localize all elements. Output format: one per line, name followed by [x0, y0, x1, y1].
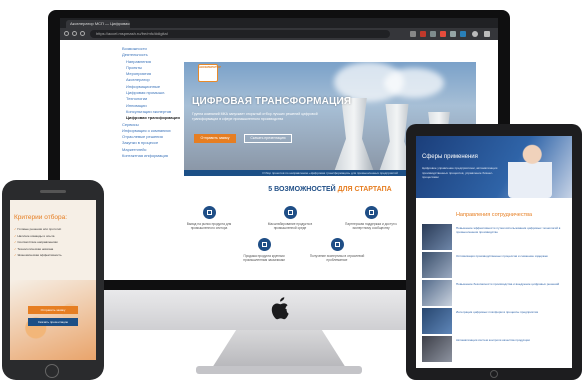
- hero-description: Группа компаний МКА запускает открытый о…: [192, 112, 318, 121]
- feature-text: Масштабирование продукта в промышленной …: [267, 222, 313, 230]
- feature-text: Партнерская поддержка и доступ к эксперт…: [345, 222, 397, 230]
- back-icon[interactable]: [64, 31, 69, 36]
- extension-icon[interactable]: [420, 31, 426, 37]
- list-item[interactable]: Повышение безопасности производства и вн…: [422, 280, 568, 308]
- criteria-item: Экономическая эффективность: [14, 252, 94, 259]
- businesswoman-photo: [508, 142, 552, 198]
- browser-tab-strip: Акселератор МСП — Цифровая трансф...: [60, 18, 498, 28]
- download-presentation-button[interactable]: Скачать презентацию: [244, 134, 292, 143]
- tablet-hero-title: Сферы применения: [422, 154, 478, 160]
- profile-icon[interactable]: [472, 31, 478, 37]
- tablet-section-title: Направления сотрудничества: [455, 212, 533, 218]
- forward-icon[interactable]: [72, 31, 77, 36]
- feature-text: Вывод на рынок продукта для промышленног…: [186, 222, 232, 230]
- extension-icon[interactable]: [460, 31, 466, 37]
- features-title-accent: ДЛЯ СТАРТАПА: [337, 186, 392, 193]
- phone-screen: Критерии отбора: Готовые решения или про…: [10, 200, 96, 360]
- row-text: Интеграция цифровых платформ в процессы …: [456, 310, 539, 314]
- phone-submit-button[interactable]: Отправить заявку: [28, 306, 78, 314]
- chart-icon: [203, 206, 216, 219]
- tablet-screen: Сферы применения Цифровое управление пре…: [416, 136, 572, 368]
- cooling-tower-image: [334, 98, 374, 172]
- extension-icon[interactable]: [450, 31, 456, 37]
- phone-speaker: [40, 190, 66, 193]
- browser-tab[interactable]: Акселератор МСП — Цифровая трансф...: [66, 20, 130, 28]
- row-image: [422, 252, 452, 278]
- extension-icon[interactable]: [410, 31, 416, 37]
- menu-icon[interactable]: [484, 31, 490, 37]
- extension-icon[interactable]: [440, 31, 446, 37]
- tablet-home-button[interactable]: [490, 370, 498, 378]
- phone-download-button[interactable]: Скачать презентацию: [28, 318, 78, 326]
- handshake-icon: [284, 206, 297, 219]
- list-item[interactable]: Автоматизация систем контроля качества п…: [422, 336, 568, 364]
- list-item[interactable]: Интеграция цифровых платформ в процессы …: [422, 308, 568, 336]
- tablet-hero: Сферы применения Цифровое управление пре…: [416, 136, 572, 198]
- row-text: Автоматизация систем контроля качества п…: [456, 338, 530, 342]
- criteria-list: Готовые решения или прототип Наличие ком…: [14, 226, 94, 259]
- phone-home-button[interactable]: [45, 364, 59, 378]
- criteria-title: Критерии отбора:: [14, 214, 68, 221]
- feature-text: Получение экспертизы в отраслевой пробле…: [309, 254, 365, 262]
- list-item[interactable]: Оптимизация производственных процессов и…: [422, 252, 568, 280]
- row-image: [422, 308, 452, 334]
- cart-icon: [258, 238, 271, 251]
- address-bar[interactable]: https://accel.mspmash.ru/fre/mfc/#digita…: [90, 30, 390, 38]
- imac-stand-base: [196, 366, 362, 374]
- submit-application-button[interactable]: Отправить заявку: [194, 134, 236, 143]
- row-image: [422, 280, 452, 306]
- row-image: [422, 336, 452, 362]
- tablet-hero-list: Цифровое управление предприятием, автома…: [422, 166, 498, 179]
- target-icon: [331, 238, 344, 251]
- rocket-icon: [365, 206, 378, 219]
- list-item[interactable]: Повышение эффективности путем использова…: [422, 224, 568, 252]
- row-image: [422, 224, 452, 250]
- reload-icon[interactable]: [80, 31, 85, 36]
- row-text: Повышение безопасности производства и вн…: [456, 282, 560, 286]
- feature-text: Продажа продукта крупным промышленным за…: [243, 254, 285, 262]
- row-text: Повышение эффективности путем использова…: [456, 226, 561, 234]
- accelerator-logo[interactable]: АКСЕЛЕРАТОР: [198, 64, 221, 82]
- features-title-main: 5 ВОЗМОЖНОСТЕЙ: [268, 186, 338, 193]
- steam-cloud: [384, 68, 444, 98]
- hero-title: ЦИФРОВАЯ ТРАНСФОРМАЦИЯ: [192, 96, 352, 107]
- apple-logo-icon: [271, 297, 289, 320]
- site-sidebar: Возможности Деятельность Направления Проект…: [122, 46, 180, 159]
- sidebar-item[interactable]: Контактная информация: [122, 153, 180, 159]
- row-text: Оптимизация производственных процессов и…: [456, 254, 548, 258]
- extension-icon[interactable]: [430, 31, 436, 37]
- sidebar-item[interactable]: Цифровая трансформация: [122, 115, 180, 121]
- imac-stand: [212, 330, 346, 368]
